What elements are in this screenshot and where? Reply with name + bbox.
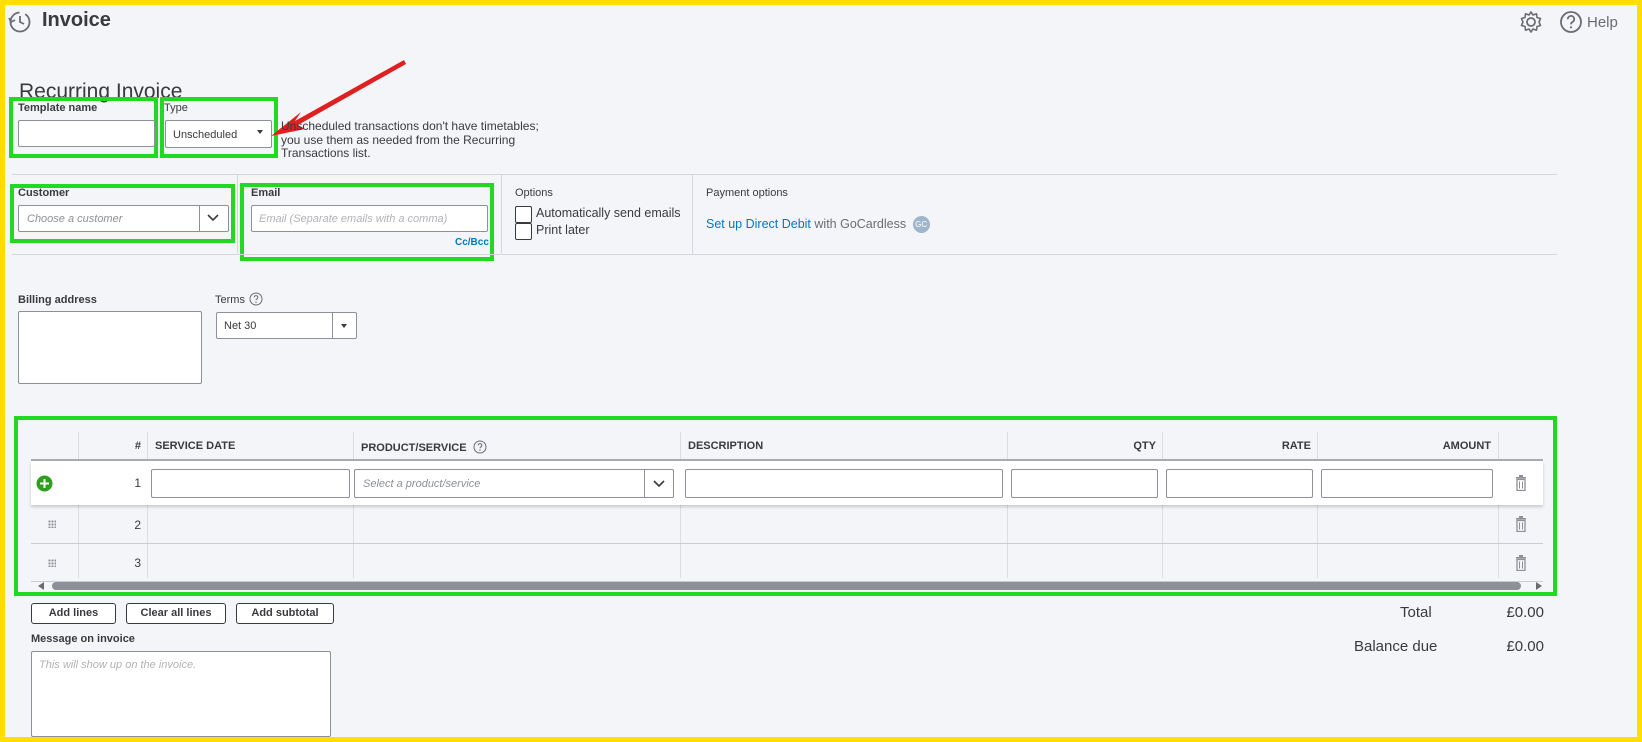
type-note: Unscheduled transactions don't have time…: [281, 119, 571, 161]
scroll-right-icon[interactable]: [1536, 582, 1542, 590]
qty-input[interactable]: [1011, 469, 1158, 498]
col-header-rate: RATE: [1281, 440, 1311, 452]
template-name-label: Template name: [18, 102, 98, 114]
type-note-line-1: Unscheduled transactions don't have time…: [281, 119, 539, 133]
col-header-amount: AMOUNT: [1442, 440, 1491, 452]
customer-label: Customer: [18, 187, 70, 199]
row-number: 1: [134, 476, 141, 490]
direct-debit-link[interactable]: Set up Direct Debit: [706, 217, 811, 231]
clear-all-lines-button[interactable]: Clear all lines: [126, 603, 226, 624]
trash-icon[interactable]: [1515, 516, 1527, 532]
type-note-line-2: you use them as needed from the Recurrin…: [281, 132, 516, 147]
page-title: Invoice: [42, 9, 111, 31]
table-row[interactable]: 2: [31, 505, 1543, 543]
drag-handle-icon[interactable]: [48, 559, 56, 567]
type-note-line-3: Transactions list.: [281, 146, 371, 160]
direct-debit-row: Set up Direct Debit with GoCardless GC: [706, 216, 930, 233]
type-caret-icon: [257, 130, 263, 134]
customer-placeholder: Choose a customer: [27, 213, 123, 225]
balance-due-label: Balance due: [1354, 638, 1438, 655]
email-label: Email: [251, 187, 281, 199]
terms-label: Terms: [215, 294, 245, 306]
scrollbar-thumb[interactable]: [52, 582, 1521, 590]
terms-value: Net 30: [224, 320, 257, 332]
email-options-divider: [501, 175, 502, 255]
product-dropdown-divider: [644, 470, 645, 497]
add-subtotal-button[interactable]: Add subtotal: [236, 603, 334, 624]
drag-handle-icon[interactable]: [48, 520, 56, 528]
payment-options-label: Payment options: [706, 187, 788, 199]
section-divider-top: [12, 174, 1557, 175]
row-number: 2: [134, 518, 141, 532]
product-service-select[interactable]: Select a product/service: [354, 469, 674, 498]
service-date-input[interactable]: [151, 469, 350, 498]
chevron-down-icon[interactable]: [206, 213, 220, 223]
gocardless-badge: GC: [912, 216, 930, 233]
table-row[interactable]: 3: [31, 544, 1543, 581]
type-select-value: Unscheduled: [173, 129, 238, 141]
gear-icon[interactable]: [1518, 9, 1544, 35]
message-label: Message on invoice: [31, 633, 135, 645]
col-header-description: DESCRIPTION: [688, 440, 764, 452]
amount-input[interactable]: [1321, 469, 1493, 498]
options-label: Options: [515, 187, 553, 199]
billing-address-input[interactable]: [18, 311, 202, 384]
terms-dropdown-divider: [332, 313, 333, 338]
customer-select[interactable]: Choose a customer: [18, 205, 229, 232]
customer-dropdown-divider: [199, 206, 200, 231]
col-header-product-service: PRODUCT/SERVICE: [361, 440, 487, 454]
horizontal-scrollbar[interactable]: [35, 580, 1545, 592]
total-label: Total: [1400, 604, 1432, 621]
options-payment-divider: [692, 175, 693, 255]
customer-email-divider: [237, 175, 238, 255]
invoice-page: Invoice Help Recurring Invoice Template …: [5, 5, 1637, 737]
type-select[interactable]: Unscheduled: [165, 120, 272, 148]
col-header-service-date: SERVICE DATE: [155, 440, 236, 452]
section-divider-bottom: [12, 254, 1557, 255]
print-later-checkbox[interactable]: [515, 223, 532, 240]
line-items-table: # SERVICE DATE PRODUCT/SERVICE DESCRIPTI…: [31, 432, 1543, 584]
template-name-input[interactable]: [18, 120, 155, 147]
col-header-qty: QTY: [1133, 440, 1156, 452]
row-number: 3: [134, 556, 141, 570]
message-placeholder: This will show up on the invoice.: [39, 659, 197, 671]
terms-help-icon[interactable]: [249, 292, 263, 306]
message-input[interactable]: This will show up on the invoice.: [31, 651, 331, 737]
add-line-icon[interactable]: [36, 475, 53, 492]
product-placeholder: Select a product/service: [363, 478, 481, 490]
gocardless-text: with GoCardless: [814, 216, 907, 231]
auto-send-label: Automatically send emails: [536, 206, 681, 220]
help-question-icon[interactable]: [1558, 9, 1584, 35]
cc-bcc-link[interactable]: Cc/Bcc: [455, 237, 489, 248]
terms-caret-icon[interactable]: [341, 324, 347, 328]
print-later-label: Print later: [536, 223, 590, 237]
type-label: Type: [164, 102, 188, 114]
total-value: £0.00: [1506, 604, 1544, 621]
chevron-down-icon[interactable]: [652, 479, 666, 489]
product-help-icon[interactable]: [473, 440, 487, 454]
add-lines-button[interactable]: Add lines: [31, 603, 116, 624]
email-placeholder: Email (Separate emails with a comma): [259, 213, 448, 225]
rate-input[interactable]: [1166, 469, 1313, 498]
recent-history-icon[interactable]: [7, 9, 33, 35]
terms-select[interactable]: Net 30: [216, 312, 357, 339]
balance-due-value: £0.00: [1506, 638, 1544, 655]
email-input[interactable]: Email (Separate emails with a comma): [251, 205, 488, 232]
help-link[interactable]: Help: [1587, 14, 1618, 31]
trash-icon[interactable]: [1515, 475, 1527, 491]
scroll-left-icon[interactable]: [38, 582, 44, 590]
col-header-product-service-label: PRODUCT/SERVICE: [361, 442, 467, 454]
table-row[interactable]: 1 Select a product/service: [31, 461, 1543, 505]
billing-address-label: Billing address: [18, 294, 97, 306]
trash-icon[interactable]: [1515, 555, 1527, 571]
description-input[interactable]: [685, 469, 1003, 498]
col-header-number: #: [134, 440, 141, 452]
auto-send-checkbox[interactable]: [515, 206, 532, 223]
